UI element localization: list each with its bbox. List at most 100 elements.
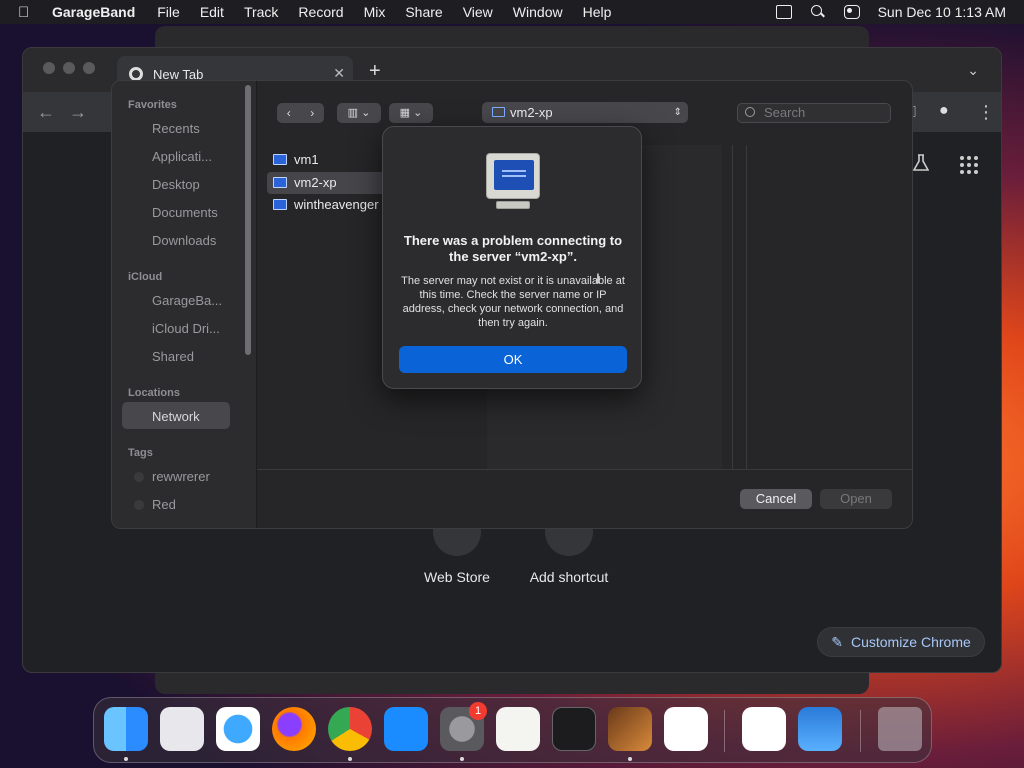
menu-record[interactable]: Record	[298, 4, 343, 20]
customize-chrome-label: Customize Chrome	[850, 634, 971, 650]
weather-icon[interactable]	[798, 707, 842, 751]
sidebar-item-garageband[interactable]: GarageBa...	[152, 293, 222, 308]
shortcut-add-label[interactable]: Add shortcut	[509, 569, 629, 585]
path-popup-button[interactable]: vm2-xp ⇕	[482, 102, 688, 123]
close-window-button[interactable]	[43, 62, 55, 74]
alert-title: There was a problem connecting to the se…	[403, 233, 623, 264]
tag-red-dot-icon	[134, 500, 144, 510]
connection-error-alert: There was a problem connecting to the se…	[382, 126, 642, 389]
shortcut-web-store-label[interactable]: Web Store	[397, 569, 517, 585]
notification-badge: 1	[469, 702, 487, 720]
server-computer-icon	[273, 199, 287, 210]
search-placeholder: Search	[764, 105, 806, 120]
launchpad-icon[interactable]	[160, 707, 204, 751]
tag-color-dot-icon	[134, 472, 144, 482]
path-popup-label: vm2-xp	[510, 105, 553, 120]
file-name: wintheavenger	[294, 197, 379, 212]
dock	[93, 697, 932, 763]
trash-icon[interactable]	[878, 707, 922, 751]
firefox-icon[interactable]	[272, 707, 316, 751]
menu-mix[interactable]: Mix	[364, 4, 386, 20]
server-computer-icon	[273, 177, 287, 188]
sidebar-item-icloud-drive[interactable]: iCloud Dri...	[152, 321, 220, 336]
sidebar-item-documents[interactable]: Documents	[152, 205, 218, 220]
menu-edit[interactable]: Edit	[200, 4, 224, 20]
tab-search-chevron-icon[interactable]: ⌄	[967, 62, 979, 79]
dialog-sidebar: Favorites Recents Applicati... Desktop D…	[112, 81, 257, 528]
dock-separator	[860, 710, 861, 752]
app-store-icon[interactable]	[384, 707, 428, 751]
sidebar-item-network[interactable]: Network	[152, 409, 200, 424]
sidebar-heading-tags: Tags	[128, 447, 153, 459]
file-name: vm1	[294, 152, 319, 167]
menu-help[interactable]: Help	[583, 4, 612, 20]
text-cursor-icon: I	[596, 270, 600, 286]
network-computer-icon	[484, 151, 542, 211]
profile-avatar-icon[interactable]: ●	[939, 102, 949, 120]
updown-chevron-icon: ⇕	[673, 107, 682, 118]
customize-chrome-button[interactable]: ✎ Customize Chrome	[817, 627, 985, 657]
running-indicator	[460, 757, 464, 761]
menu-bar:  GarageBand File Edit Track Record Mix …	[0, 0, 1024, 24]
alert-message: The server may not exist or it is unavai…	[401, 275, 625, 329]
back-forward-buttons: ‹ ›	[277, 103, 324, 123]
column-divider[interactable]	[732, 145, 733, 469]
menu-view[interactable]: View	[463, 4, 493, 20]
open-button[interactable]: Open	[820, 489, 892, 509]
menu-window[interactable]: Window	[513, 4, 563, 20]
sidebar-heading-favorites: Favorites	[128, 99, 177, 111]
forward-chevron-icon[interactable]: ›	[301, 103, 325, 123]
google-apps-grid-icon[interactable]	[960, 156, 978, 174]
garageband-icon[interactable]	[608, 707, 652, 751]
column-divider[interactable]	[746, 145, 747, 469]
sidebar-item-shared[interactable]: Shared	[152, 349, 194, 364]
search-input[interactable]: Search	[737, 103, 891, 123]
file-name: vm2-xp	[294, 175, 337, 190]
column-view-button[interactable]: ▥ ⌄	[337, 103, 381, 123]
running-indicator	[124, 757, 128, 761]
terminal-icon[interactable]	[552, 707, 596, 751]
labs-flask-icon[interactable]	[913, 154, 929, 172]
dialog-footer	[257, 469, 912, 528]
vscode-icon[interactable]	[664, 707, 708, 751]
spotlight-search-icon[interactable]	[810, 5, 826, 19]
minimize-window-button[interactable]	[63, 62, 75, 74]
zoom-window-button[interactable]	[83, 62, 95, 74]
sidebar-heading-locations: Locations	[128, 387, 180, 399]
sidebar-item-recents[interactable]: Recents	[152, 121, 200, 136]
sidebar-item-downloads[interactable]: Downloads	[152, 233, 216, 248]
sidebar-tag-rewwrerer[interactable]: rewwrerer	[152, 469, 210, 484]
computer-icon	[492, 107, 505, 117]
cancel-button[interactable]: Cancel	[740, 489, 812, 509]
pencil-icon: ✎	[831, 633, 843, 650]
menu-app-name[interactable]: GarageBand	[52, 4, 135, 20]
safari-icon[interactable]	[216, 707, 260, 751]
apple-menu-icon[interactable]: 	[18, 4, 38, 21]
chrome-favicon-icon	[129, 67, 143, 81]
chrome-menu-icon[interactable]: ⋮	[977, 102, 995, 123]
back-arrow-icon[interactable]: ←	[37, 102, 55, 123]
sidebar-heading-icloud: iCloud	[128, 271, 163, 283]
visual-studio-icon[interactable]	[742, 707, 786, 751]
menu-share[interactable]: Share	[405, 4, 442, 20]
sidebar-item-applications[interactable]: Applicati...	[152, 149, 212, 164]
chrome-icon[interactable]	[328, 707, 372, 751]
sidebar-item-desktop[interactable]: Desktop	[152, 177, 200, 192]
forward-arrow-icon[interactable]: →	[69, 102, 87, 123]
sidebar-tag-red[interactable]: Red	[152, 497, 176, 512]
finder-icon[interactable]	[104, 707, 148, 751]
control-center-icon[interactable]	[843, 5, 860, 19]
menu-clock[interactable]: Sun Dec 10 1:13 AM	[878, 4, 1006, 20]
server-computer-icon	[273, 154, 287, 165]
sidebar-scrollbar[interactable]	[245, 85, 251, 355]
menu-file[interactable]: File	[157, 4, 180, 20]
ok-button[interactable]: OK	[399, 346, 627, 373]
running-indicator	[348, 757, 352, 761]
screen-mirroring-icon[interactable]	[775, 5, 792, 19]
textedit-icon[interactable]	[496, 707, 540, 751]
group-view-button[interactable]: ▦ ⌄	[389, 103, 433, 123]
dock-separator	[724, 710, 725, 752]
menu-track[interactable]: Track	[244, 4, 278, 20]
running-indicator	[628, 757, 632, 761]
back-chevron-icon[interactable]: ‹	[277, 103, 301, 123]
